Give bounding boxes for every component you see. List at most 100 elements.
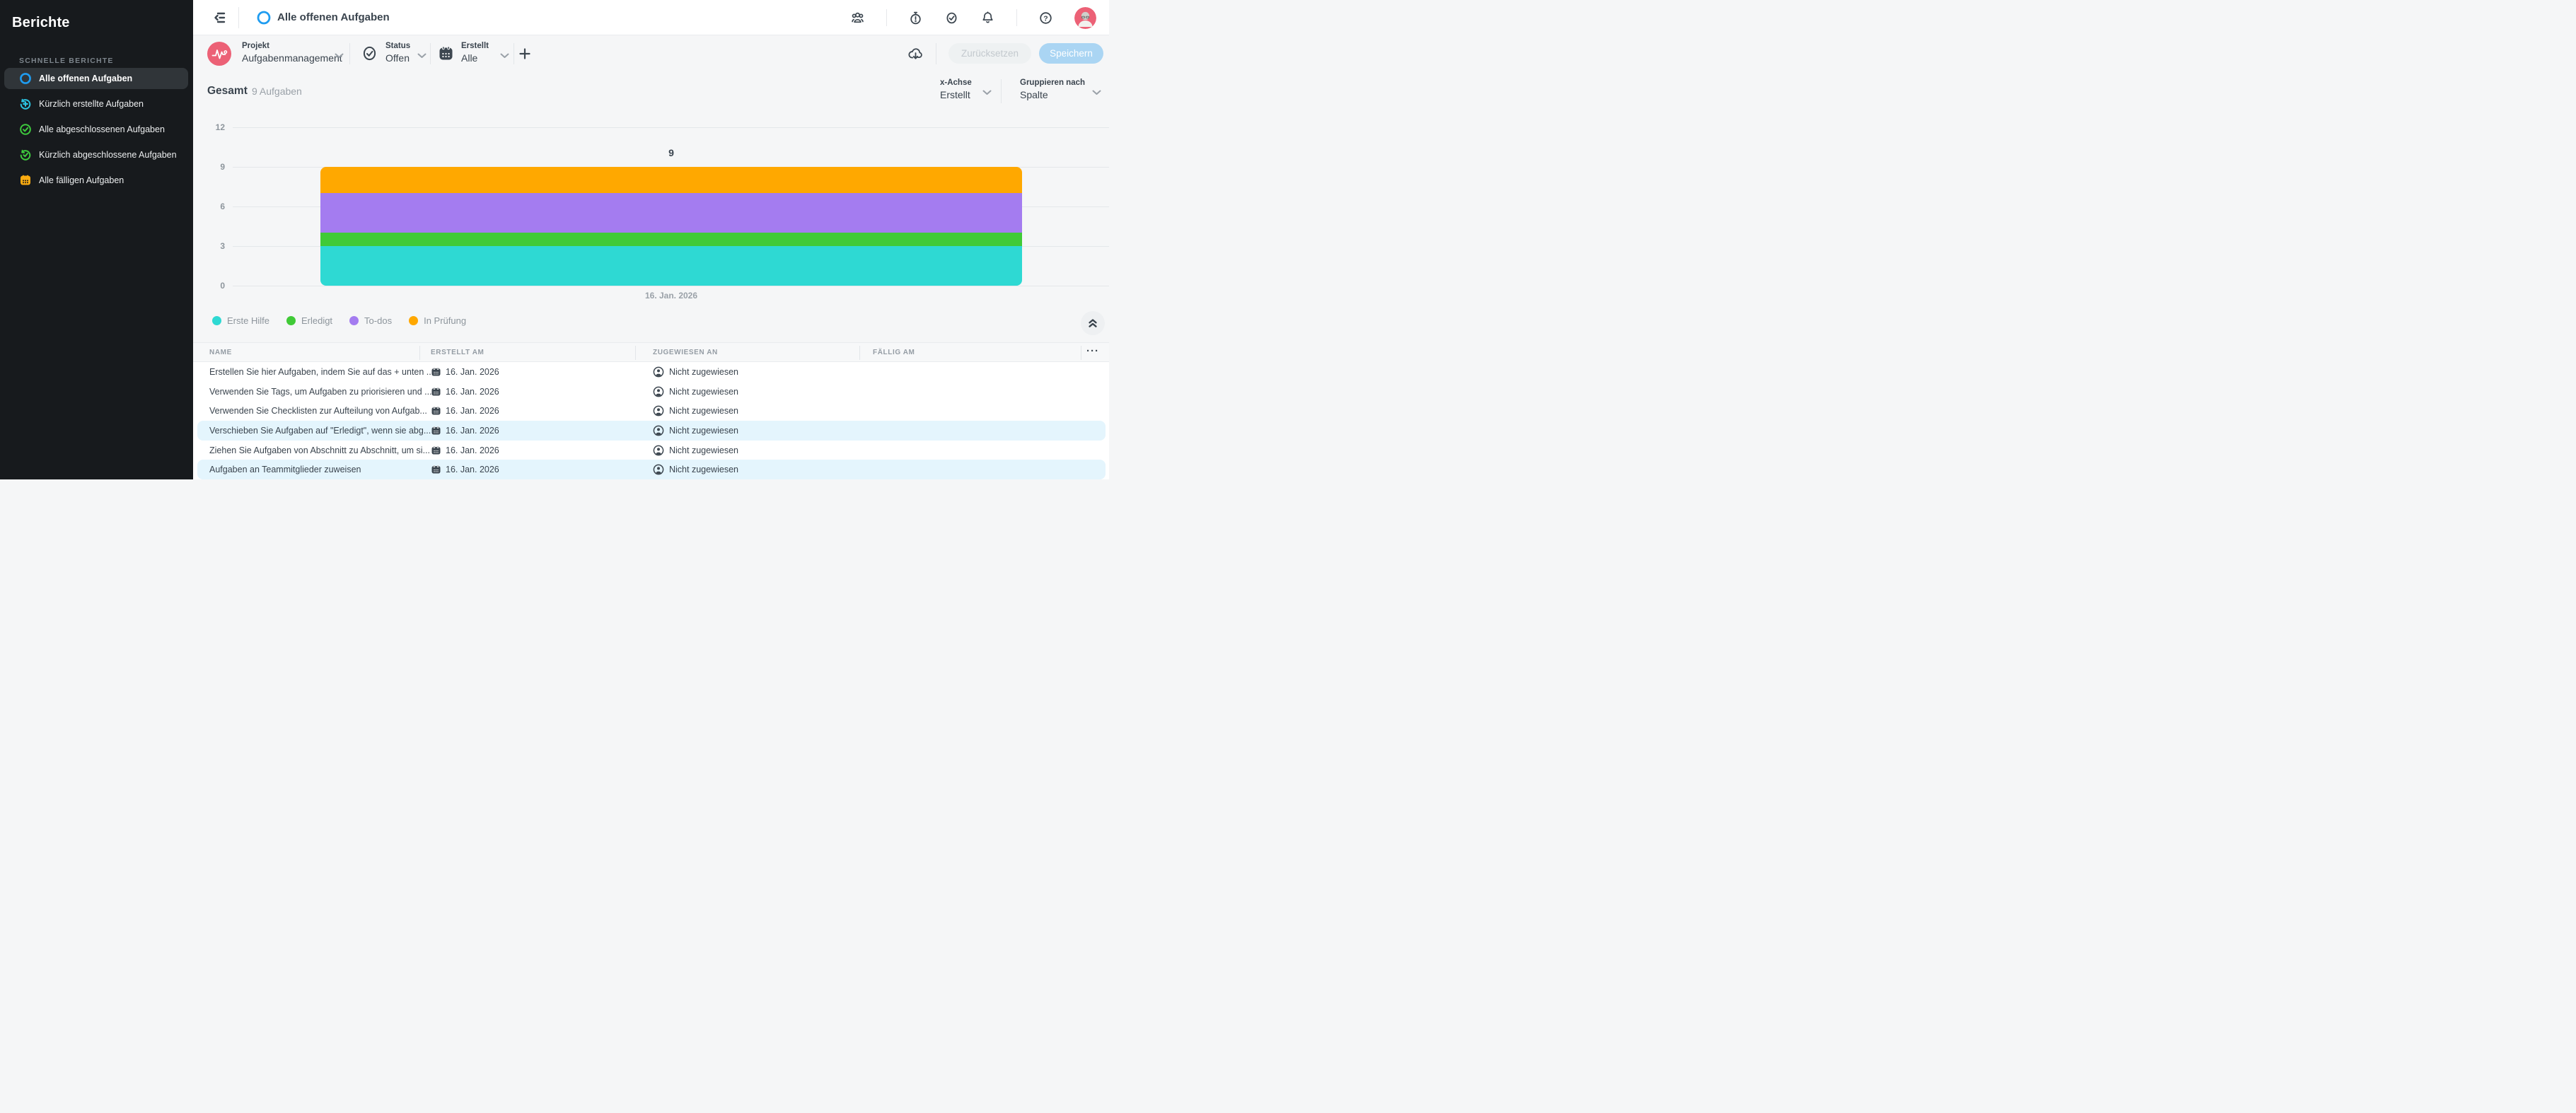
stacked-bar-chart: 12 9 6 3 0 9 16. Jan. 2026 Erste Hilfe E… bbox=[193, 109, 1109, 342]
chevron-down-icon bbox=[500, 49, 509, 58]
column-header-name[interactable]: NAME bbox=[209, 349, 232, 356]
task-name: Aufgaben an Teammitglieder zuweisen bbox=[209, 465, 361, 475]
calendar-icon bbox=[431, 366, 441, 377]
y-tick-label: 12 bbox=[215, 122, 225, 132]
column-divider bbox=[635, 346, 636, 360]
stacked-bar[interactable] bbox=[320, 167, 1022, 286]
table-options-ellipsis-icon[interactable]: ··· bbox=[1086, 345, 1099, 357]
y-tick-label: 6 bbox=[220, 202, 225, 211]
bar-segment-erledigt bbox=[320, 233, 1022, 246]
legend-dot bbox=[349, 316, 359, 325]
column-header-due[interactable]: FÄLLIG AM bbox=[873, 349, 915, 356]
created-filter[interactable]: Erstellt Alle bbox=[461, 41, 489, 65]
legend-dot bbox=[409, 316, 419, 325]
project-filter-label: Projekt bbox=[242, 42, 269, 50]
assignee-avatar-icon bbox=[653, 464, 664, 475]
chevron-down-icon bbox=[417, 49, 427, 58]
project-filter[interactable]: Projekt Aufgabenmanagement bbox=[242, 41, 342, 65]
legend-dot bbox=[286, 316, 296, 325]
task-created-date: 16. Jan. 2026 bbox=[446, 445, 499, 455]
table-row[interactable]: Verwenden Sie Tags, um Aufgaben zu prior… bbox=[193, 382, 1109, 402]
task-table: NAME ERSTELLT AM ZUGEWIESEN AN FÄLLIG AM… bbox=[193, 342, 1109, 479]
collapse-sidebar-icon[interactable] bbox=[212, 10, 228, 25]
assignee-avatar-icon bbox=[653, 445, 664, 456]
recently-created-icon bbox=[19, 98, 32, 110]
chart-title: Gesamt bbox=[207, 85, 248, 97]
table-row[interactable]: Ziehen Sie Aufgaben von Abschnitt zu Abs… bbox=[193, 441, 1109, 460]
sidebar-item-alle-faelligen-aufgaben[interactable]: Alle fälligen Aufgaben bbox=[4, 170, 188, 191]
user-avatar[interactable] bbox=[1074, 6, 1096, 29]
calendar-icon bbox=[431, 406, 441, 416]
chart-legend: Erste Hilfe Erledigt To-dos In Prüfung bbox=[212, 315, 466, 326]
help-icon[interactable]: ? bbox=[1038, 11, 1053, 25]
legend-item-in-pruefung: In Prüfung bbox=[409, 315, 466, 326]
created-filter-value: Alle bbox=[461, 52, 478, 64]
status-filter[interactable]: Status Offen bbox=[385, 41, 410, 65]
group-by-dropdown[interactable]: Gruppieren nach Spalte bbox=[1020, 78, 1085, 102]
task-created-date: 16. Jan. 2026 bbox=[446, 425, 499, 436]
completed-check-icon bbox=[19, 123, 32, 136]
task-assignee: Nicht zugewiesen bbox=[669, 386, 738, 397]
task-name: Verwenden Sie Tags, um Aufgaben zu prior… bbox=[209, 386, 432, 397]
task-name: Verschieben Sie Aufgaben auf "Erledigt",… bbox=[209, 425, 431, 436]
sidebar-item-kuerzlich-erstellte-aufgaben[interactable]: Kürzlich erstellte Aufgaben bbox=[4, 93, 188, 115]
report-circle-icon bbox=[256, 10, 272, 25]
chart-header-divider bbox=[1001, 79, 1002, 103]
sidebar-item-alle-abgeschlossenen-aufgaben[interactable]: Alle abgeschlossenen Aufgaben bbox=[4, 119, 188, 140]
recently-completed-icon bbox=[19, 148, 32, 161]
sidebar-item-kuerzlich-abgeschlossene-aufgaben[interactable]: Kürzlich abgeschlossene Aufgaben bbox=[4, 144, 188, 165]
members-icon[interactable] bbox=[850, 11, 865, 25]
status-filter-icon bbox=[361, 45, 378, 62]
gridline-12 bbox=[233, 127, 1109, 128]
task-name: Verwenden Sie Checklisten zur Aufteilung… bbox=[209, 406, 427, 416]
assignee-avatar-icon bbox=[653, 405, 664, 416]
calendar-icon bbox=[431, 465, 441, 475]
notifications-bell-icon[interactable] bbox=[980, 11, 995, 25]
save-button[interactable]: Speichern bbox=[1039, 43, 1103, 64]
sidebar-item-alle-offenen-aufgaben[interactable]: Alle offenen Aufgaben bbox=[4, 68, 188, 89]
filter-bar: Projekt Aufgabenmanagement Status Offen bbox=[193, 35, 1109, 72]
table-row[interactable]: Verwenden Sie Checklisten zur Aufteilung… bbox=[193, 401, 1109, 421]
task-name: Ziehen Sie Aufgaben von Abschnitt zu Abs… bbox=[209, 445, 430, 455]
topbar-actions-divider-2 bbox=[1016, 9, 1017, 26]
task-created-date: 16. Jan. 2026 bbox=[446, 406, 499, 416]
open-tasks-circle-icon bbox=[19, 72, 32, 85]
group-by-dropdown-value: Spalte bbox=[1020, 89, 1048, 100]
legend-label: Erste Hilfe bbox=[227, 315, 269, 326]
table-row[interactable]: Verschieben Sie Aufgaben auf "Erledigt",… bbox=[193, 421, 1109, 441]
column-header-created[interactable]: ERSTELLT AM bbox=[431, 349, 484, 356]
group-by-dropdown-label: Gruppieren nach bbox=[1020, 78, 1086, 87]
calendar-icon bbox=[431, 445, 441, 455]
sidebar-items: Alle offenen Aufgaben Kürzlich erstellte… bbox=[4, 68, 188, 195]
status-filter-value: Offen bbox=[385, 52, 410, 64]
column-divider bbox=[859, 346, 860, 360]
time-tracking-icon[interactable] bbox=[908, 11, 923, 25]
project-avatar-icon bbox=[207, 42, 231, 66]
x-axis-dropdown[interactable]: x-Achse Erstellt bbox=[940, 78, 972, 102]
topbar-actions: ? bbox=[850, 0, 1096, 35]
export-cloud-download-icon[interactable] bbox=[907, 45, 924, 62]
sidebar-section-label: SCHNELLE BERICHTE bbox=[19, 57, 114, 65]
assignee-avatar-icon bbox=[653, 425, 664, 436]
table-row[interactable]: Aufgaben an Teammitglieder zuweisen 16. … bbox=[193, 460, 1109, 479]
table-body: Erstellen Sie hier Aufgaben, indem Sie a… bbox=[193, 362, 1109, 479]
bar-segment-in-prüfung bbox=[320, 167, 1022, 194]
my-tasks-check-icon[interactable] bbox=[944, 11, 959, 25]
assignee-avatar-icon bbox=[653, 386, 664, 397]
task-assignee: Nicht zugewiesen bbox=[669, 366, 738, 377]
chart-subtitle: 9 Aufgaben bbox=[252, 86, 302, 97]
topbar-divider bbox=[238, 7, 239, 28]
task-assignee: Nicht zugewiesen bbox=[669, 445, 738, 455]
x-axis-dropdown-value: Erstellt bbox=[940, 89, 970, 100]
y-tick-label: 0 bbox=[220, 281, 225, 291]
legend-label: In Prüfung bbox=[424, 315, 467, 326]
reset-button[interactable]: Zurücksetzen bbox=[948, 43, 1031, 64]
created-filter-label: Erstellt bbox=[461, 42, 489, 50]
table-row[interactable]: Erstellen Sie hier Aufgaben, indem Sie a… bbox=[193, 362, 1109, 382]
x-axis-dropdown-label: x-Achse bbox=[940, 78, 972, 87]
bar-segment-to-dos bbox=[320, 193, 1022, 233]
column-header-assignee[interactable]: ZUGEWIESEN AN bbox=[653, 349, 718, 356]
add-filter-plus-icon[interactable] bbox=[518, 47, 532, 61]
legend-label: Erledigt bbox=[301, 315, 333, 326]
collapse-chart-button[interactable] bbox=[1081, 311, 1105, 335]
